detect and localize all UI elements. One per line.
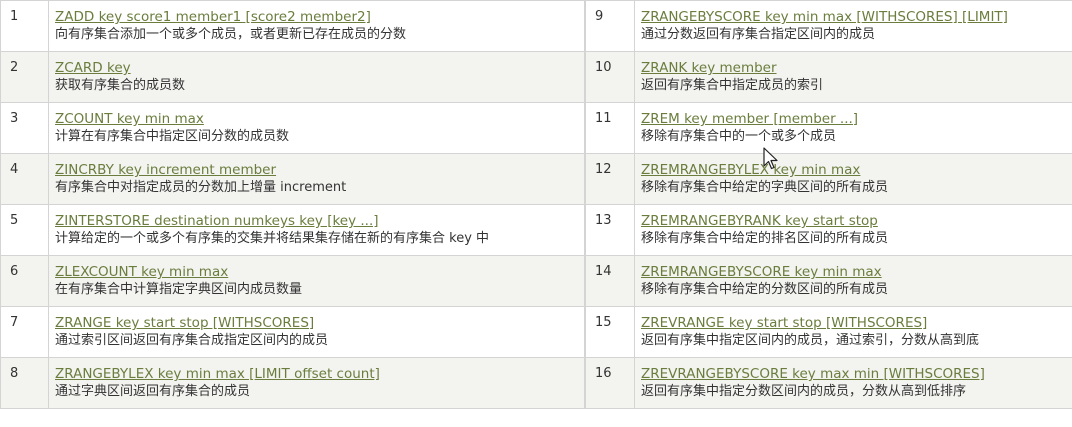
command-link[interactable]: ZRANGEBYLEX key min max [LIMIT offset co… — [55, 366, 584, 382]
table-row: 9 ZRANGEBYSCORE key min max [WITHSCORES] … — [585, 0, 1072, 52]
command-description: 移除有序集合中给定的分数区间的所有成员 — [641, 282, 889, 297]
command-description: 返回有序集合中指定成员的索引 — [641, 78, 824, 93]
table-row: 7 ZRANGE key start stop [WITHSCORES] 通过索引区… — [0, 306, 585, 358]
row-number: 1 — [0, 0, 49, 52]
command-cell: ZREVRANGE key start stop [WITHSCORES] 返回有… — [634, 306, 1072, 358]
command-link[interactable]: ZADD key score1 member1 [score2 member2] — [55, 9, 584, 25]
table-row: 4 ZINCRBY key increment member 有序集合中对指定成员的… — [0, 153, 585, 205]
command-link[interactable]: ZREMRANGEBYSCORE key min max — [641, 264, 1072, 280]
command-link[interactable]: ZCARD key — [55, 60, 584, 76]
table-row: 16 ZREVRANGEBYSCORE key max min [WITHSCOR… — [585, 357, 1072, 409]
command-description: 计算在有序集合中指定区间分数的成员数 — [55, 129, 290, 144]
row-number: 9 — [585, 0, 635, 52]
command-cell: ZREMRANGEBYRANK key start stop 移除有序集合中给定的… — [634, 204, 1072, 256]
command-link[interactable]: ZRANGEBYSCORE key min max [WITHSCORES] [… — [641, 9, 1072, 25]
command-description: 获取有序集合的成员数 — [55, 78, 186, 93]
command-link[interactable]: ZRANK key member — [641, 60, 1072, 76]
command-link[interactable]: ZINCRBY key increment member — [55, 162, 584, 178]
row-number: 12 — [585, 153, 635, 205]
command-link[interactable]: ZREVRANGEBYSCORE key max min [WITHSCORES… — [641, 366, 1072, 382]
table-row: 1 ZADD key score1 member1 [score2 member2… — [0, 0, 585, 52]
command-cell: ZRANGEBYLEX key min max [LIMIT offset co… — [48, 357, 585, 409]
command-cell: ZRANK key member 返回有序集合中指定成员的索引 — [634, 51, 1072, 103]
row-number: 3 — [0, 102, 49, 154]
row-number: 10 — [585, 51, 635, 103]
command-description: 通过索引区间返回有序集合成指定区间内的成员 — [55, 333, 329, 348]
table-row: 3 ZCOUNT key min max 计算在有序集合中指定区间分数的成员数 — [0, 102, 585, 154]
command-cell: ZRANGE key start stop [WITHSCORES] 通过索引区间… — [48, 306, 585, 358]
command-cell: ZREM key member [member ...] 移除有序集合中的一个或多… — [634, 102, 1072, 154]
row-number: 6 — [0, 255, 49, 307]
command-cell: ZCOUNT key min max 计算在有序集合中指定区间分数的成员数 — [48, 102, 585, 154]
table-row: 8 ZRANGEBYLEX key min max [LIMIT offset c… — [0, 357, 585, 409]
command-cell: ZINTERSTORE destination numkeys key [key… — [48, 204, 585, 256]
command-table-right: 9 ZRANGEBYSCORE key min max [WITHSCORES] … — [585, 0, 1072, 409]
row-number: 4 — [0, 153, 49, 205]
command-link[interactable]: ZREMRANGEBYLEX key min max — [641, 162, 1072, 178]
command-cell: ZREMRANGEBYLEX key min max 移除有序集合中给定的字典区间… — [634, 153, 1072, 205]
command-link[interactable]: ZINTERSTORE destination numkeys key [key… — [55, 213, 584, 229]
table-row: 5 ZINTERSTORE destination numkeys key [ke… — [0, 204, 585, 256]
command-cell: ZADD key score1 member1 [score2 member2]… — [48, 0, 585, 52]
command-description: 移除有序集合中给定的字典区间的所有成员 — [641, 180, 889, 195]
command-table-left: 1 ZADD key score1 member1 [score2 member2… — [0, 0, 585, 409]
command-description: 通过字典区间返回有序集合的成员 — [55, 384, 251, 399]
row-number: 14 — [585, 255, 635, 307]
command-cell: ZREVRANGEBYSCORE key max min [WITHSCORES… — [634, 357, 1072, 409]
command-cell: ZRANGEBYSCORE key min max [WITHSCORES] [… — [634, 0, 1072, 52]
command-link[interactable]: ZRANGE key start stop [WITHSCORES] — [55, 315, 584, 331]
table-row: 15 ZREVRANGE key start stop [WITHSCORES] 返… — [585, 306, 1072, 358]
command-link[interactable]: ZREVRANGE key start stop [WITHSCORES] — [641, 315, 1072, 331]
row-number: 15 — [585, 306, 635, 358]
command-description: 返回有序集中指定区间内的成员，通过索引，分数从高到底 — [641, 333, 980, 348]
command-description: 移除有序集合中给定的排名区间的所有成员 — [641, 231, 889, 246]
row-number: 11 — [585, 102, 635, 154]
row-number: 13 — [585, 204, 635, 256]
command-description: 向有序集合添加一个或多个成员，或者更新已存在成员的分数 — [55, 27, 407, 42]
row-number: 8 — [0, 357, 49, 409]
table-row: 13 ZREMRANGEBYRANK key start stop 移除有序集合中给… — [585, 204, 1072, 256]
command-cell: ZCARD key 获取有序集合的成员数 — [48, 51, 585, 103]
table-row: 6 ZLEXCOUNT key min max 在有序集合中计算指定字典区间内成员数… — [0, 255, 585, 307]
command-link[interactable]: ZREM key member [member ...] — [641, 111, 1072, 127]
command-link[interactable]: ZLEXCOUNT key min max — [55, 264, 584, 280]
command-link[interactable]: ZCOUNT key min max — [55, 111, 584, 127]
table-row: 12 ZREMRANGEBYLEX key min max 移除有序集合中给定的字典… — [585, 153, 1072, 205]
command-description: 有序集合中对指定成员的分数加上增量 increment — [55, 180, 347, 195]
command-description: 通过分数返回有序集合指定区间内的成员 — [641, 27, 876, 42]
command-description: 返回有序集中指定分数区间内的成员，分数从高到低排序 — [641, 384, 967, 399]
command-description: 在有序集合中计算指定字典区间内成员数量 — [55, 282, 303, 297]
row-number: 5 — [0, 204, 49, 256]
table-row: 11 ZREM key member [member ...] 移除有序集合中的一个… — [585, 102, 1072, 154]
table-row: 2 ZCARD key 获取有序集合的成员数 — [0, 51, 585, 103]
table-row: 14 ZREMRANGEBYSCORE key min max 移除有序集合中给定的… — [585, 255, 1072, 307]
command-cell: ZLEXCOUNT key min max 在有序集合中计算指定字典区间内成员数量 — [48, 255, 585, 307]
table-row: 10 ZRANK key member 返回有序集合中指定成员的索引 — [585, 51, 1072, 103]
row-number: 16 — [585, 357, 635, 409]
mouse-pointer-icon — [763, 147, 778, 170]
row-number: 7 — [0, 306, 49, 358]
redis-sorted-set-commands: 1 ZADD key score1 member1 [score2 member2… — [0, 0, 1072, 427]
command-cell: ZREMRANGEBYSCORE key min max 移除有序集合中给定的分数… — [634, 255, 1072, 307]
row-number: 2 — [0, 51, 49, 103]
command-description: 计算给定的一个或多个有序集的交集并将结果集存储在新的有序集合 key 中 — [55, 231, 490, 246]
command-description: 移除有序集合中的一个或多个成员 — [641, 129, 837, 144]
command-link[interactable]: ZREMRANGEBYRANK key start stop — [641, 213, 1072, 229]
command-cell: ZINCRBY key increment member 有序集合中对指定成员的分… — [48, 153, 585, 205]
